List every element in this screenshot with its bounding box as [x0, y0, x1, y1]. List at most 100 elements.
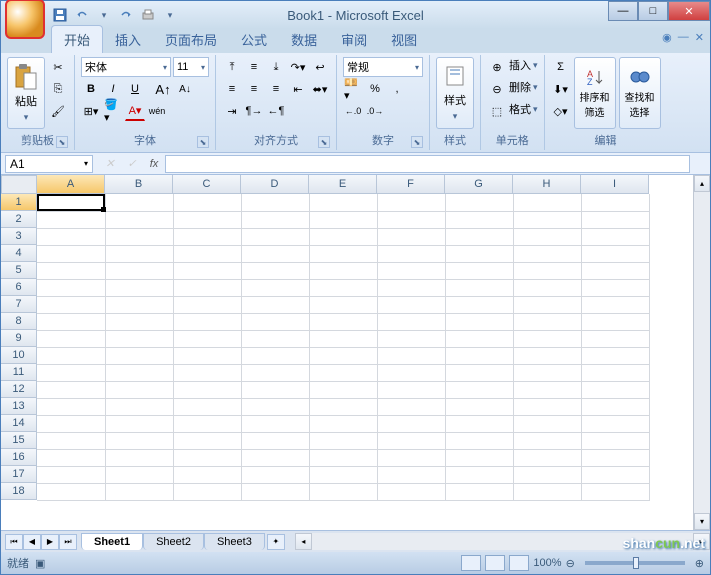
cell[interactable]	[241, 398, 309, 415]
row-header[interactable]: 11	[1, 364, 37, 381]
cell[interactable]	[173, 398, 241, 415]
save-icon[interactable]	[51, 6, 69, 24]
cell[interactable]	[241, 194, 309, 211]
cell[interactable]	[241, 449, 309, 466]
row-header[interactable]: 18	[1, 483, 37, 500]
minimize-button[interactable]: —	[608, 1, 638, 21]
cell[interactable]	[105, 194, 173, 211]
zoom-in-button[interactable]: ⊕	[695, 557, 704, 570]
cell[interactable]	[105, 466, 173, 483]
cell[interactable]	[581, 296, 649, 313]
cell[interactable]	[241, 330, 309, 347]
cells-area[interactable]	[37, 194, 650, 530]
cell[interactable]	[37, 364, 105, 381]
cell[interactable]	[377, 296, 445, 313]
cell[interactable]	[37, 211, 105, 228]
cell[interactable]	[37, 466, 105, 483]
cell[interactable]	[37, 245, 105, 262]
cell[interactable]	[309, 262, 377, 279]
clipboard-launcher[interactable]: ⬊	[56, 136, 68, 148]
cell[interactable]	[105, 279, 173, 296]
cell[interactable]	[173, 313, 241, 330]
cell[interactable]	[445, 449, 513, 466]
align-left-icon[interactable]: ≡	[222, 79, 242, 99]
grow-font-button[interactable]: A↑	[153, 79, 173, 99]
increase-decimal-button[interactable]: ←.0	[343, 101, 363, 121]
tab-data[interactable]: 数据	[279, 26, 329, 53]
cell[interactable]	[445, 245, 513, 262]
cell[interactable]	[513, 313, 581, 330]
cell[interactable]	[445, 211, 513, 228]
tab-review[interactable]: 审阅	[329, 26, 379, 53]
prev-sheet-button[interactable]: ◀	[23, 534, 41, 550]
cell[interactable]	[173, 466, 241, 483]
cell[interactable]	[37, 228, 105, 245]
cell[interactable]	[513, 347, 581, 364]
bold-button[interactable]: B	[81, 79, 101, 99]
cell[interactable]	[513, 330, 581, 347]
tab-formulas[interactable]: 公式	[229, 26, 279, 53]
cell[interactable]	[105, 330, 173, 347]
fill-button[interactable]: ⬇▾	[551, 79, 571, 99]
cell[interactable]	[37, 415, 105, 432]
cell[interactable]	[241, 313, 309, 330]
cell[interactable]	[513, 483, 581, 500]
column-header[interactable]: C	[173, 175, 241, 194]
cell[interactable]	[377, 398, 445, 415]
cell[interactable]	[241, 364, 309, 381]
cell[interactable]	[309, 364, 377, 381]
minimize-ribbon-icon[interactable]: —	[678, 31, 689, 44]
cell[interactable]	[105, 296, 173, 313]
cell[interactable]	[37, 296, 105, 313]
cell[interactable]	[105, 245, 173, 262]
cell[interactable]	[377, 466, 445, 483]
cell[interactable]	[105, 347, 173, 364]
font-size-combo[interactable]: 11▾	[173, 57, 209, 77]
cell[interactable]	[513, 381, 581, 398]
cell[interactable]	[377, 432, 445, 449]
cell[interactable]	[445, 228, 513, 245]
cell[interactable]	[445, 279, 513, 296]
cell[interactable]	[581, 483, 649, 500]
cell[interactable]	[173, 228, 241, 245]
cell[interactable]	[581, 245, 649, 262]
cell[interactable]	[105, 381, 173, 398]
page-layout-view-button[interactable]	[485, 555, 505, 571]
orientation-icon[interactable]: ↷▾	[288, 57, 308, 77]
cell[interactable]	[173, 245, 241, 262]
cell[interactable]	[105, 415, 173, 432]
cell[interactable]	[173, 381, 241, 398]
undo-dropdown[interactable]	[95, 6, 113, 24]
cell[interactable]	[581, 415, 649, 432]
macro-record-icon[interactable]: ▣	[35, 557, 45, 570]
cell[interactable]	[581, 330, 649, 347]
scroll-down-icon[interactable]: ▾	[694, 513, 710, 530]
cell[interactable]	[309, 466, 377, 483]
cell[interactable]	[581, 262, 649, 279]
cell[interactable]	[445, 381, 513, 398]
cell[interactable]	[377, 313, 445, 330]
office-button[interactable]	[5, 0, 45, 39]
column-header[interactable]: D	[241, 175, 309, 194]
rtl-icon[interactable]: ←¶	[266, 101, 286, 121]
formula-input[interactable]	[165, 155, 690, 173]
cell[interactable]	[513, 449, 581, 466]
cell[interactable]	[377, 347, 445, 364]
cell[interactable]	[513, 432, 581, 449]
decrease-decimal-button[interactable]: .0→	[365, 101, 385, 121]
cell[interactable]	[377, 449, 445, 466]
cell[interactable]	[105, 262, 173, 279]
cell[interactable]	[105, 432, 173, 449]
number-format-combo[interactable]: 常规▾	[343, 57, 423, 77]
zoom-slider[interactable]	[585, 561, 685, 565]
merge-center-icon[interactable]: ⬌▾	[310, 79, 330, 99]
fill-color-button[interactable]: 🪣▾	[103, 101, 123, 121]
column-header[interactable]: B	[105, 175, 173, 194]
first-sheet-button[interactable]: ⏮	[5, 534, 23, 550]
cell[interactable]	[241, 296, 309, 313]
qat-customize[interactable]	[161, 6, 179, 24]
cell[interactable]	[105, 364, 173, 381]
redo-icon[interactable]	[117, 6, 135, 24]
cell[interactable]	[309, 279, 377, 296]
cell[interactable]	[513, 262, 581, 279]
